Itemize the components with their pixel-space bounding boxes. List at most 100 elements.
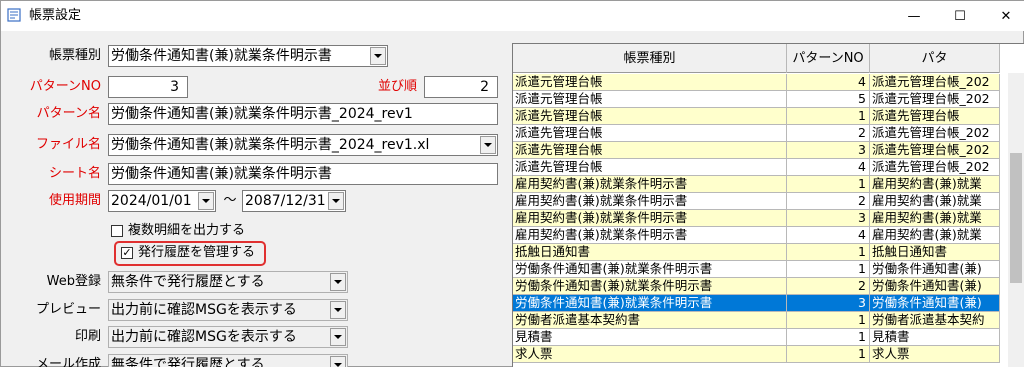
cell-pattern-no[interactable]: 2	[787, 278, 870, 295]
table-row[interactable]: 労働条件通知書(兼)就業条件明示書 1 労働条件通知書(兼)	[513, 261, 1000, 278]
cell-pattern-name[interactable]: 雇用契約書(兼)就業	[870, 176, 1000, 193]
pattern-grid[interactable]: 帳票種別 パターンNO パタ 派遣元管理台帳 4 派遣元管理台帳_202 派遣元管理台…	[512, 43, 1024, 367]
grid-scrollbar[interactable]	[1008, 73, 1024, 367]
cell-pattern-no[interactable]: 1	[787, 176, 870, 193]
report-type-select[interactable]: 労働条件通知書(兼)就業条件明示書	[108, 45, 388, 67]
multi-detail-checkbox[interactable]	[111, 225, 123, 237]
cell-pattern-name[interactable]: 見積書	[870, 329, 1000, 346]
cell-pattern-no[interactable]: 2	[787, 125, 870, 142]
table-row[interactable]: 派遣先管理台帳 2 派遣先管理台帳_202	[513, 125, 1000, 142]
grid-header-pattern-name[interactable]: パタ	[870, 44, 1000, 73]
table-row[interactable]: 見積書 1 見積書	[513, 329, 1000, 346]
cell-report-type[interactable]: 派遣先管理台帳	[513, 108, 787, 125]
table-row[interactable]: 雇用契約書(兼)就業条件明示書 2 雇用契約書(兼)就業	[513, 193, 1000, 210]
cell-pattern-name[interactable]: 派遣先管理台帳	[870, 108, 1000, 125]
grid-header-report-type[interactable]: 帳票種別	[513, 44, 787, 73]
chevron-down-icon[interactable]	[330, 328, 346, 346]
cell-pattern-name[interactable]: 労働条件通知書(兼)	[870, 295, 1000, 312]
table-row[interactable]: 労働条件通知書(兼)就業条件明示書 3 労働条件通知書(兼)	[513, 295, 1000, 312]
cell-pattern-no[interactable]: 4	[787, 74, 870, 91]
cell-pattern-no[interactable]: 4	[787, 227, 870, 244]
table-row[interactable]: 雇用契約書(兼)就業条件明示書 3 雇用契約書(兼)就業	[513, 210, 1000, 227]
cell-pattern-no[interactable]: 3	[787, 210, 870, 227]
maximize-button[interactable]: ☐	[937, 1, 983, 31]
cell-pattern-name[interactable]: 抵触日通知書	[870, 244, 1000, 261]
table-row[interactable]: 派遣先管理台帳 3 派遣先管理台帳_202	[513, 142, 1000, 159]
pattern-name-label: パターン名	[36, 106, 101, 121]
chevron-down-icon[interactable]	[198, 192, 214, 210]
cell-pattern-name[interactable]: 労働条件通知書(兼)	[870, 261, 1000, 278]
cell-pattern-name[interactable]: 派遣先管理台帳_202	[870, 159, 1000, 176]
cell-report-type[interactable]: 雇用契約書(兼)就業条件明示書	[513, 193, 787, 210]
cell-pattern-name[interactable]: 派遣先管理台帳_202	[870, 125, 1000, 142]
table-row[interactable]: 派遣先管理台帳 1 派遣先管理台帳	[513, 108, 1000, 125]
chevron-down-icon[interactable]	[370, 47, 386, 65]
table-row[interactable]: 労働条件通知書(兼)就業条件明示書 2 労働条件通知書(兼)	[513, 278, 1000, 295]
cell-pattern-no[interactable]: 1	[787, 312, 870, 329]
pattern-name-field[interactable]: 労働条件通知書(兼)就業条件明示書_2024_rev1	[108, 103, 498, 125]
grid-header-pattern-no[interactable]: パターンNO	[787, 44, 870, 73]
window-title: 帳票設定	[29, 8, 82, 23]
chevron-down-icon[interactable]	[330, 356, 346, 367]
chevron-down-icon[interactable]	[330, 301, 346, 319]
cell-report-type[interactable]: 見積書	[513, 329, 787, 346]
cell-report-type[interactable]: 労働者派遣基本契約書	[513, 312, 787, 329]
table-row[interactable]: 派遣元管理台帳 4 派遣元管理台帳_202	[513, 74, 1000, 91]
table-row[interactable]: 雇用契約書(兼)就業条件明示書 4 雇用契約書(兼)就業	[513, 227, 1000, 244]
order-field[interactable]: 2	[424, 76, 498, 98]
cell-pattern-name[interactable]: 雇用契約書(兼)就業	[870, 227, 1000, 244]
cell-report-type[interactable]: 派遣元管理台帳	[513, 74, 787, 91]
chevron-down-icon[interactable]	[480, 136, 496, 154]
cell-report-type[interactable]: 派遣先管理台帳	[513, 125, 787, 142]
table-row[interactable]: 派遣元管理台帳 5 派遣元管理台帳_202	[513, 91, 1000, 108]
table-row[interactable]: 雇用契約書(兼)就業条件明示書 1 雇用契約書(兼)就業	[513, 176, 1000, 193]
cell-report-type[interactable]: 抵触日通知書	[513, 244, 787, 261]
table-row[interactable]: 派遣先管理台帳 4 派遣先管理台帳_202	[513, 159, 1000, 176]
pattern-no-field[interactable]: 3	[108, 76, 188, 98]
table-row[interactable]: 労働者派遣基本契約書 1 労働者派遣基本契約	[513, 312, 1000, 329]
cell-pattern-no[interactable]: 3	[787, 295, 870, 312]
cell-report-type[interactable]: 派遣元管理台帳	[513, 91, 787, 108]
sheet-name-field[interactable]: 労働条件通知書(兼)就業条件明示書	[108, 163, 498, 185]
cell-pattern-no[interactable]: 5	[787, 91, 870, 108]
period-from-select[interactable]: 2024/01/01	[108, 190, 216, 212]
chevron-down-icon[interactable]	[328, 192, 344, 210]
cell-report-type[interactable]: 派遣先管理台帳	[513, 159, 787, 176]
cell-pattern-name[interactable]: 求人票	[870, 346, 1000, 363]
cell-pattern-no[interactable]: 3	[787, 142, 870, 159]
cell-pattern-no[interactable]: 1	[787, 108, 870, 125]
cell-pattern-no[interactable]: 1	[787, 244, 870, 261]
cell-report-type[interactable]: 雇用契約書(兼)就業条件明示書	[513, 210, 787, 227]
cell-pattern-name[interactable]: 労働条件通知書(兼)	[870, 278, 1000, 295]
cell-pattern-no[interactable]: 1	[787, 261, 870, 278]
cell-pattern-no[interactable]: 2	[787, 193, 870, 210]
minimize-button[interactable]: —	[891, 1, 937, 31]
table-row[interactable]: 求人票 1 求人票	[513, 346, 1000, 363]
file-name-select[interactable]: 労働条件通知書(兼)就業条件明示書_2024_rev1.xl	[108, 134, 498, 156]
cell-pattern-no[interactable]: 1	[787, 346, 870, 363]
print-select[interactable]: 出力前に確認MSGを表示する	[108, 326, 348, 348]
cell-pattern-no[interactable]: 4	[787, 159, 870, 176]
cell-pattern-name[interactable]: 派遣元管理台帳_202	[870, 74, 1000, 91]
cell-report-type[interactable]: 派遣先管理台帳	[513, 142, 787, 159]
cell-report-type[interactable]: 労働条件通知書(兼)就業条件明示書	[513, 261, 787, 278]
cell-report-type[interactable]: 雇用契約書(兼)就業条件明示書	[513, 176, 787, 193]
close-button[interactable]: ✕	[983, 1, 1024, 31]
web-register-select[interactable]: 無条件で発行履歴とする	[108, 271, 348, 293]
cell-pattern-name[interactable]: 雇用契約書(兼)就業	[870, 210, 1000, 227]
cell-pattern-no[interactable]: 1	[787, 329, 870, 346]
cell-report-type[interactable]: 雇用契約書(兼)就業条件明示書	[513, 227, 787, 244]
cell-pattern-name[interactable]: 派遣元管理台帳_202	[870, 91, 1000, 108]
cell-report-type[interactable]: 労働条件通知書(兼)就業条件明示書	[513, 295, 787, 312]
cell-pattern-name[interactable]: 雇用契約書(兼)就業	[870, 193, 1000, 210]
scrollbar-thumb[interactable]	[1010, 153, 1022, 283]
preview-select[interactable]: 出力前に確認MSGを表示する	[108, 299, 348, 321]
mail-select[interactable]: 無条件で発行履歴とする	[108, 354, 348, 367]
chevron-down-icon[interactable]	[330, 273, 346, 291]
cell-pattern-name[interactable]: 労働者派遣基本契約	[870, 312, 1000, 329]
table-row[interactable]: 抵触日通知書 1 抵触日通知書	[513, 244, 1000, 261]
cell-report-type[interactable]: 労働条件通知書(兼)就業条件明示書	[513, 278, 787, 295]
period-to-select[interactable]: 2087/12/31	[242, 190, 346, 212]
cell-pattern-name[interactable]: 派遣先管理台帳_202	[870, 142, 1000, 159]
cell-report-type[interactable]: 求人票	[513, 346, 787, 363]
